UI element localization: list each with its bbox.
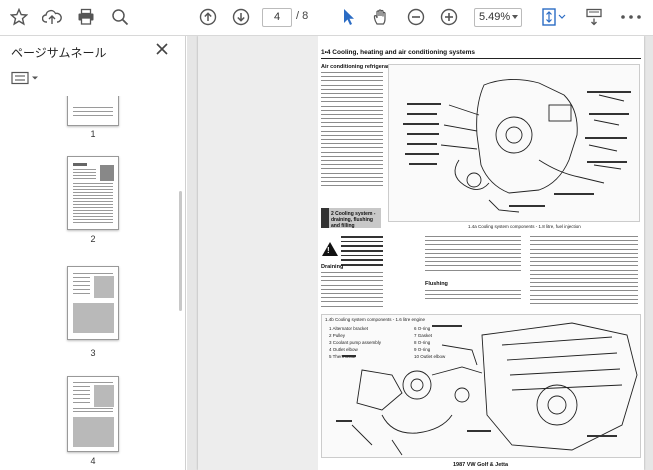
legend-item: 1 Alternator bracket bbox=[329, 326, 369, 331]
text-column-3 bbox=[530, 236, 638, 312]
thumbnail-list: 1 2 3 4 bbox=[0, 96, 186, 470]
page-heading: 1•4 Cooling, heating and air conditionin… bbox=[321, 49, 475, 56]
legend-item: 6 O-ring bbox=[414, 326, 431, 331]
text-column-2 bbox=[425, 236, 521, 276]
page-thumbnail-4[interactable] bbox=[67, 376, 119, 452]
legend-item: 8 O-ring bbox=[414, 340, 431, 345]
figure-caption-1: 1.4a Cooling system components - 1.8 lit… bbox=[468, 224, 581, 229]
page-number-input[interactable]: 4 bbox=[262, 8, 292, 27]
figure-engine-diagram-1 bbox=[388, 64, 640, 222]
next-page-icon[interactable] bbox=[230, 6, 252, 28]
text-column-1 bbox=[321, 72, 383, 204]
thumbnail-options-menu[interactable] bbox=[11, 71, 41, 87]
page-margin bbox=[198, 36, 318, 470]
text-column-draining bbox=[321, 272, 383, 312]
figure-legend-left: 1 Alternator bracket 2 Pulley 3 Coolant … bbox=[329, 325, 381, 360]
zoom-out-icon[interactable] bbox=[405, 6, 427, 28]
section-subheading-draining: Draining bbox=[321, 264, 344, 270]
thumbnail-label-1: 1 bbox=[90, 129, 96, 139]
legend-item: 4 Outlet elbow bbox=[329, 347, 358, 352]
zoom-dropdown-chevron-icon[interactable] bbox=[512, 15, 518, 19]
figure-legend-right: 6 O-ring 7 Gasket 8 O-ring 9 O-ring 10 O… bbox=[414, 325, 445, 360]
legend-item: 5 Thermostat bbox=[329, 354, 356, 359]
document-page: 1•4 Cooling, heating and air conditionin… bbox=[198, 36, 644, 470]
warning-triangle-icon bbox=[322, 242, 338, 256]
legend-item: 2 Pulley bbox=[329, 333, 346, 338]
thumbnail-label-2: 2 bbox=[90, 234, 96, 244]
close-sidebar-icon[interactable] bbox=[155, 42, 169, 56]
thumbnail-sidebar: ページサムネール 1 2 3 4 bbox=[0, 36, 186, 470]
section-subheading-flushing: Flushing bbox=[425, 281, 448, 287]
more-options-icon[interactable] bbox=[616, 6, 646, 28]
legend-item: 9 O-ring bbox=[414, 347, 431, 352]
scroll-mode-icon[interactable] bbox=[583, 6, 605, 28]
upload-cloud-icon[interactable] bbox=[41, 6, 63, 28]
zoom-in-icon[interactable] bbox=[438, 6, 460, 28]
text-column-flushing bbox=[425, 290, 521, 306]
section-subheading-refrigerant: Air conditioning refrigerant bbox=[321, 64, 393, 70]
toolbar: 4 / 8 5.49% bbox=[0, 0, 653, 36]
page-thumbnail-1[interactable] bbox=[67, 96, 119, 126]
legend-item: 10 Outlet elbow bbox=[414, 354, 446, 359]
sidebar-title: ページサムネール bbox=[11, 46, 107, 60]
page-footer: 1987 VW Golf & Jetta bbox=[453, 462, 509, 468]
page-thumbnail-2[interactable] bbox=[67, 156, 119, 230]
previous-page-icon[interactable] bbox=[197, 6, 219, 28]
warning-exclamation-icon: ! bbox=[327, 246, 330, 255]
select-cursor-icon[interactable] bbox=[339, 6, 359, 28]
legend-item: 7 Gasket bbox=[414, 333, 433, 338]
warning-text-block bbox=[341, 236, 383, 266]
figure-caption-2: 1.4b Cooling system components - 1.6 lit… bbox=[325, 317, 426, 322]
page-count: / 8 bbox=[296, 10, 309, 22]
heading-rule bbox=[321, 58, 641, 59]
page-thumbnail-3[interactable] bbox=[67, 266, 119, 340]
bookmark-star-icon[interactable] bbox=[8, 6, 30, 28]
legend-item: 3 Coolant pump assembly bbox=[329, 340, 382, 345]
section-box-draining: 2 Cooling system - draining, flushing an… bbox=[321, 208, 381, 229]
hand-tool-icon[interactable] bbox=[370, 6, 392, 28]
print-icon[interactable] bbox=[75, 6, 97, 28]
document-viewport[interactable]: 1•4 Cooling, heating and air conditionin… bbox=[187, 36, 653, 470]
thumbnail-label-3: 3 bbox=[90, 348, 96, 358]
zoom-search-icon[interactable] bbox=[109, 6, 131, 28]
sidebar-scrollbar[interactable] bbox=[179, 191, 182, 311]
thumbnail-label-4: 4 bbox=[90, 456, 96, 466]
fit-page-icon[interactable] bbox=[540, 6, 568, 28]
